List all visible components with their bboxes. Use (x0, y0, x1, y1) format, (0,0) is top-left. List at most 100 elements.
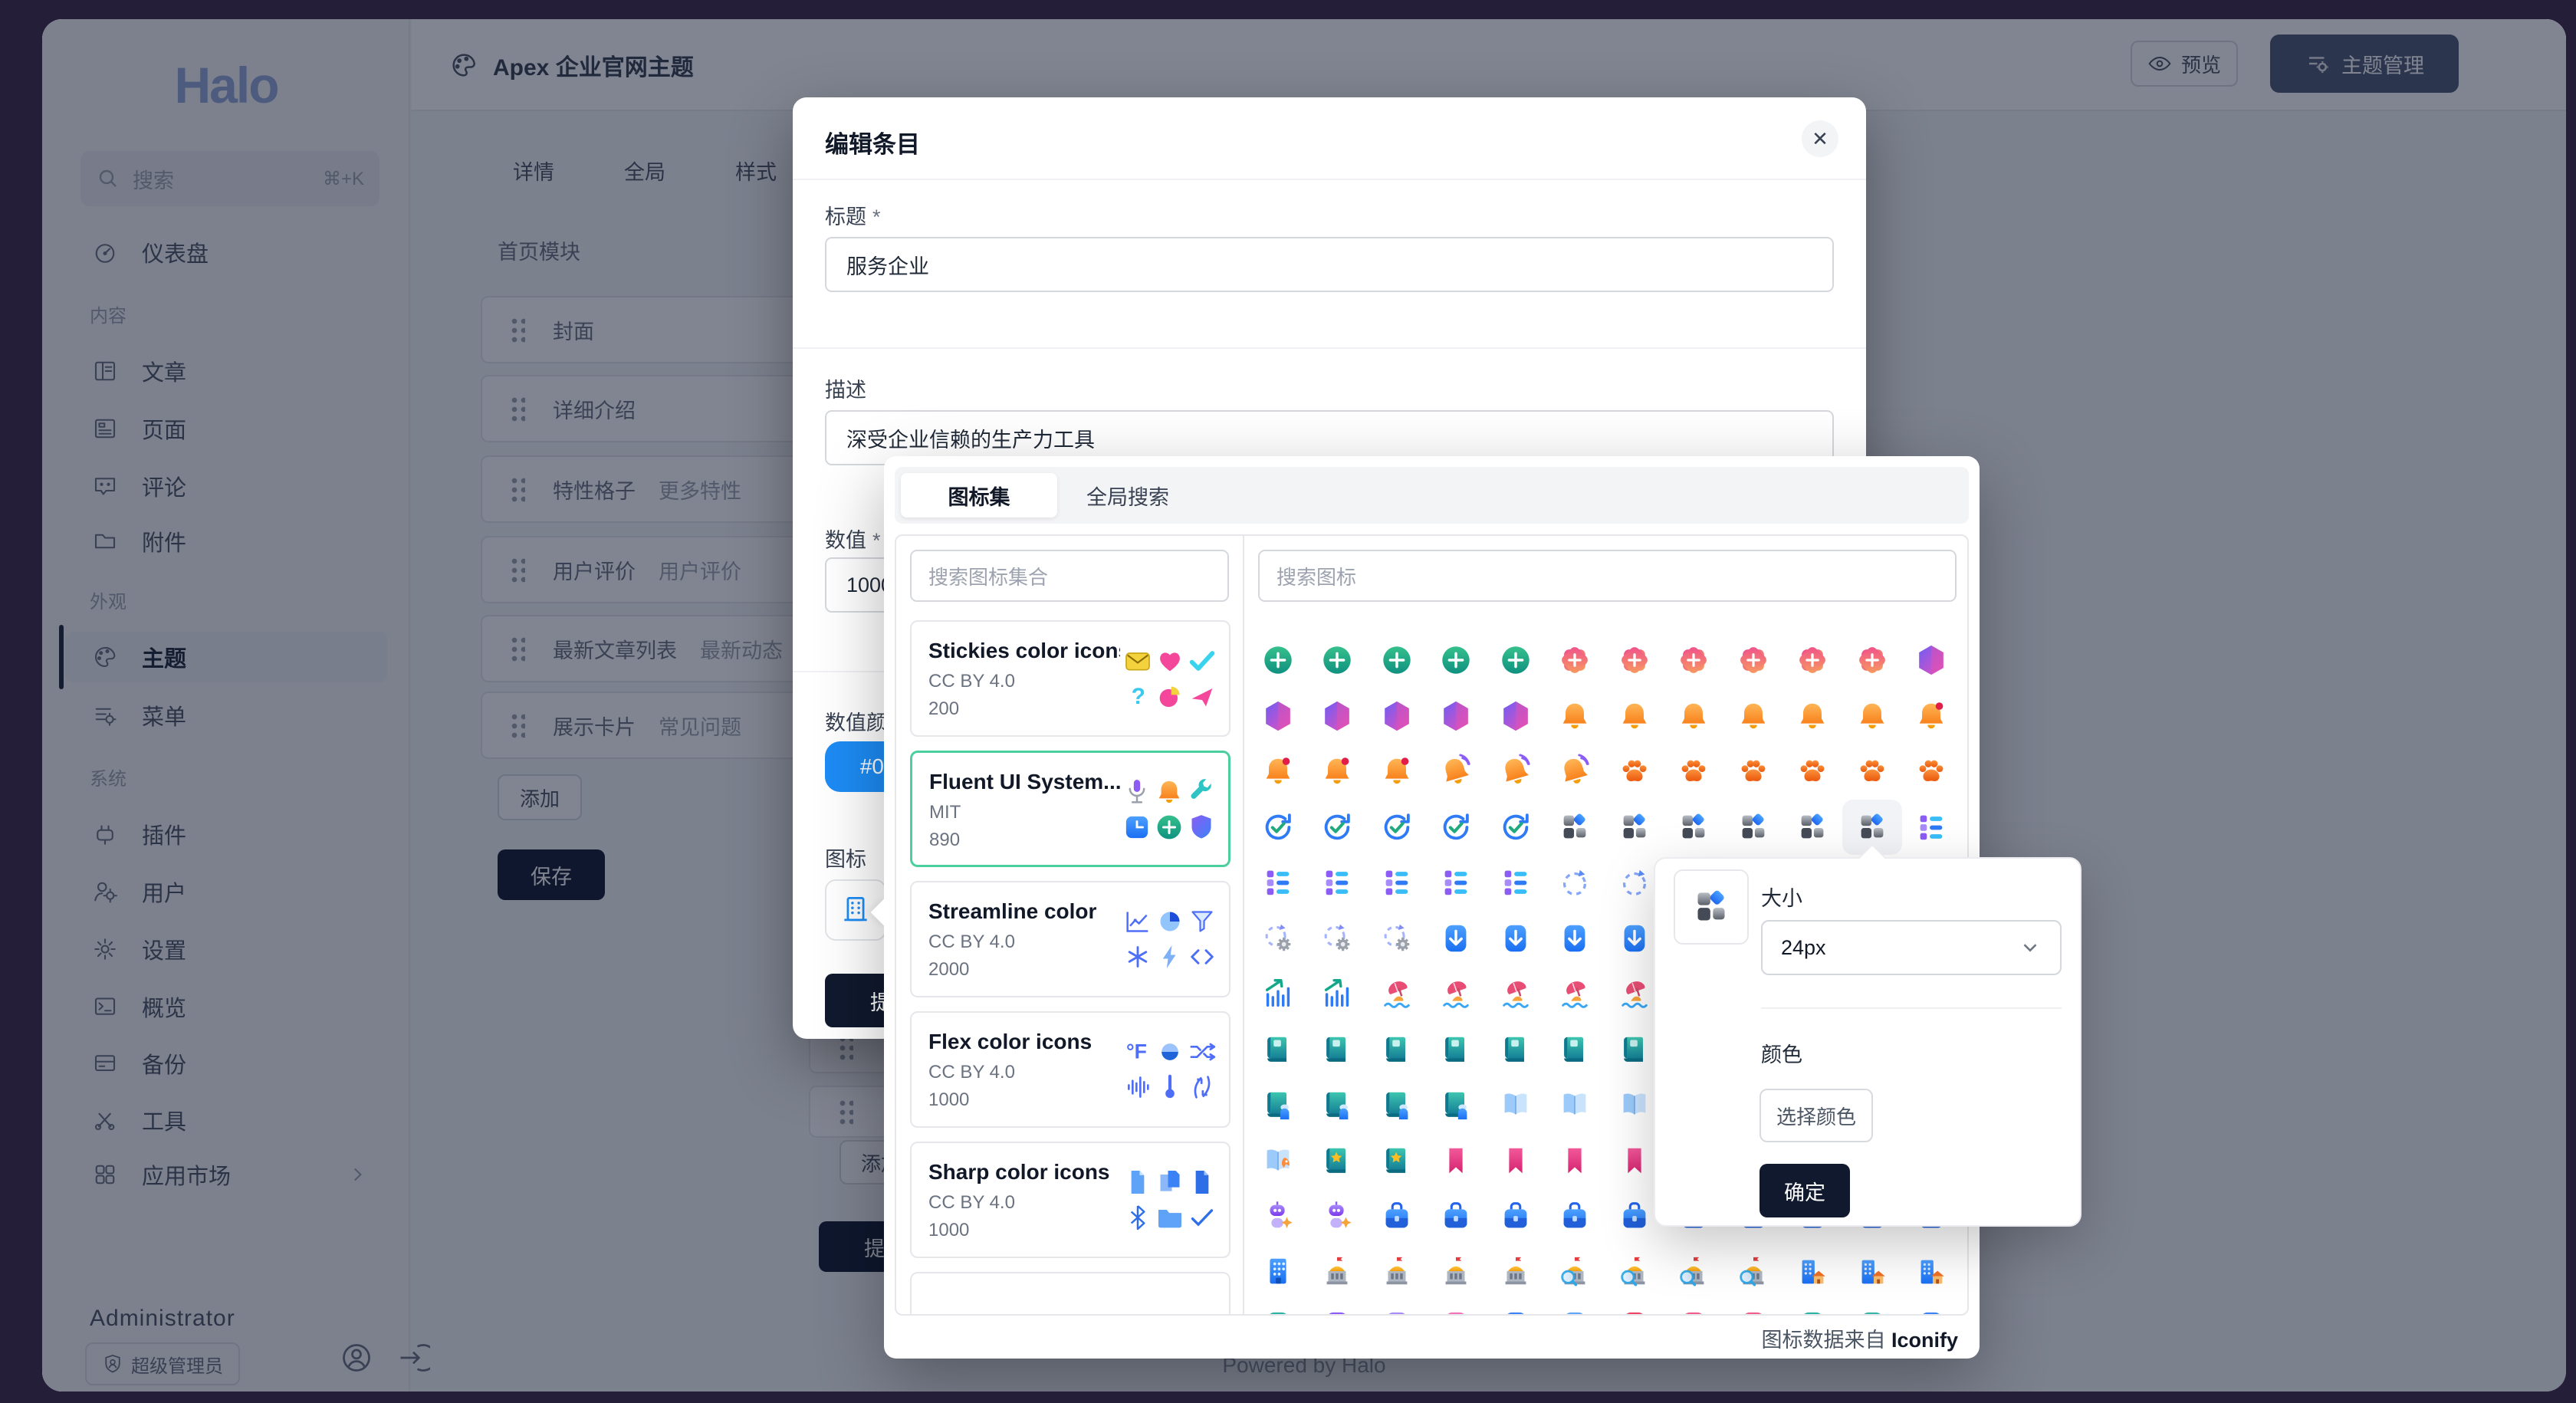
grid-icon-apps-list[interactable] (1367, 855, 1427, 911)
grid-icon-book-open[interactable] (1486, 1077, 1546, 1133)
grid-icon-add-burst[interactable] (1605, 632, 1664, 688)
grid-icon-paw[interactable] (1783, 744, 1843, 800)
grid-icon-bank-search[interactable] (1664, 1244, 1724, 1300)
grid-icon-stub[interactable] (1367, 1300, 1427, 1316)
grid-icon-add-burst[interactable] (1664, 632, 1724, 688)
grid-icon-stub[interactable] (1308, 1300, 1368, 1316)
grid-icon-apps-list[interactable] (1308, 855, 1368, 911)
grid-icon-briefcase[interactable] (1546, 1188, 1605, 1244)
grid-icon-hex-agent[interactable] (1427, 688, 1487, 744)
grid-icon-bank[interactable] (1367, 1244, 1427, 1300)
grid-icon-apps-list[interactable] (1248, 855, 1308, 911)
grid-icon-book[interactable] (1546, 1022, 1605, 1078)
icon-set-card-streamline-color[interactable]: Streamline color CC BY 4.0 2000 (910, 881, 1230, 997)
grid-icon-paw[interactable] (1723, 744, 1783, 800)
grid-icon-down-square[interactable] (1486, 911, 1546, 967)
grid-icon-apps-list[interactable] (1486, 855, 1546, 911)
grid-icon-bell-badge[interactable] (1902, 688, 1962, 744)
grid-icon-hex-agent[interactable] (1308, 688, 1368, 744)
grid-icon-down-square[interactable] (1427, 911, 1487, 967)
icon-set-card-stickies-color-icons[interactable]: Stickies color icons CC BY 4.0 200 ? (910, 620, 1230, 737)
grid-icon-add-burst[interactable] (1546, 632, 1605, 688)
grid-icon-trend[interactable] (1248, 966, 1308, 1022)
grid-icon-bell[interactable] (1723, 688, 1783, 744)
grid-icon-bell-ring[interactable] (1546, 744, 1605, 800)
grid-icon-bell-badge[interactable] (1367, 744, 1427, 800)
grid-icon-down-square[interactable] (1546, 911, 1605, 967)
grid-icon-briefcase[interactable] (1427, 1188, 1487, 1244)
grid-icon-dash-gear[interactable] (1367, 911, 1427, 967)
grid-icon-hex-agent[interactable] (1367, 688, 1427, 744)
size-select[interactable]: 24px (1761, 920, 2062, 975)
grid-icon-bank-search[interactable] (1723, 1244, 1783, 1300)
grid-icon-add-burst[interactable] (1842, 632, 1902, 688)
grid-icon-stub[interactable] (1486, 1300, 1546, 1316)
grid-icon-bank-search[interactable] (1605, 1244, 1664, 1300)
grid-icon-dash-sync[interactable] (1546, 855, 1605, 911)
icon-set-card-sharp-color-icons[interactable]: Sharp color icons CC BY 4.0 1000 (910, 1142, 1230, 1258)
grid-icon-add-circle[interactable] (1248, 632, 1308, 688)
grid-icon-bldg-home[interactable] (1902, 1244, 1962, 1300)
grid-icon-book-person[interactable] (1367, 1077, 1427, 1133)
grid-icon-stub[interactable] (1902, 1300, 1962, 1316)
grid-icon-briefcase[interactable] (1486, 1188, 1546, 1244)
grid-icon-book[interactable] (1427, 1022, 1487, 1078)
grid-icon-sync-check[interactable] (1308, 800, 1368, 856)
icon-set-card-fluent-ui-system-[interactable]: Fluent UI System... MIT 890 (910, 751, 1230, 867)
grid-icon-add-circle[interactable] (1367, 632, 1427, 688)
grid-icon-trend[interactable] (1308, 966, 1368, 1022)
grid-icon-add-circle[interactable] (1308, 632, 1368, 688)
grid-icon-book-star[interactable] (1367, 1133, 1427, 1189)
grid-icon-app-generic[interactable] (1605, 800, 1664, 856)
tab-global-search[interactable]: 全局搜索 (1086, 467, 1169, 524)
grid-icon-sync-check[interactable] (1367, 800, 1427, 856)
grid-icon-apps-list[interactable] (1902, 800, 1962, 856)
grid-icon-add-burst[interactable] (1783, 632, 1843, 688)
grid-icon-bell-badge[interactable] (1308, 744, 1368, 800)
grid-icon-umbrella[interactable] (1486, 966, 1546, 1022)
grid-icon-hex-agent[interactable] (1902, 632, 1962, 688)
grid-icon-bell[interactable] (1664, 688, 1724, 744)
grid-icon-dash-gear[interactable] (1308, 911, 1368, 967)
grid-icon-stub[interactable] (1842, 1300, 1902, 1316)
grid-icon-paw[interactable] (1664, 744, 1724, 800)
grid-icon-bell[interactable] (1842, 688, 1902, 744)
grid-icon-stub[interactable] (1723, 1300, 1783, 1316)
close-icon[interactable]: ✕ (1802, 120, 1838, 157)
grid-icon-sync-check[interactable] (1486, 800, 1546, 856)
grid-icon-stub[interactable] (1546, 1300, 1605, 1316)
grid-icon-book-star[interactable] (1308, 1133, 1368, 1189)
search-icons-input[interactable]: 搜索图标 (1258, 550, 1957, 602)
grid-icon-umbrella[interactable] (1427, 966, 1487, 1022)
grid-icon-bldg-home[interactable] (1783, 1244, 1843, 1300)
grid-icon-bell[interactable] (1783, 688, 1843, 744)
grid-icon-dash-gear[interactable] (1248, 911, 1308, 967)
grid-icon-building[interactable] (1248, 1244, 1308, 1300)
confirm-button[interactable]: 确定 (1760, 1164, 1850, 1217)
grid-icon-bell[interactable] (1605, 688, 1664, 744)
grid-icon-paw[interactable] (1902, 744, 1962, 800)
grid-icon-add-burst[interactable] (1723, 632, 1783, 688)
grid-icon-apps-list[interactable] (1427, 855, 1487, 911)
icon-set-card-partial[interactable] (910, 1272, 1230, 1316)
grid-icon-app-generic[interactable] (1783, 800, 1843, 856)
grid-icon-bookmark[interactable] (1427, 1133, 1487, 1189)
grid-icon-bell-ring[interactable] (1486, 744, 1546, 800)
grid-icon-hex-agent[interactable] (1248, 688, 1308, 744)
grid-icon-bell-badge[interactable] (1248, 744, 1308, 800)
grid-icon-book[interactable] (1367, 1022, 1427, 1078)
grid-icon-add-circle[interactable] (1427, 632, 1487, 688)
grid-icon-stub[interactable] (1248, 1300, 1308, 1316)
grid-icon-bank[interactable] (1308, 1244, 1368, 1300)
title-field-input[interactable]: 服务企业 (825, 237, 1834, 292)
grid-icon-app-generic[interactable] (1723, 800, 1783, 856)
grid-icon-paw[interactable] (1605, 744, 1664, 800)
grid-icon-stub[interactable] (1605, 1300, 1664, 1316)
grid-icon-bell[interactable] (1546, 688, 1605, 744)
grid-icon-robot[interactable] (1308, 1188, 1368, 1244)
grid-icon-book-person[interactable] (1308, 1077, 1368, 1133)
grid-icon-bookmark[interactable] (1546, 1133, 1605, 1189)
icon-set-card-flex-color-icons[interactable]: Flex color icons CC BY 4.0 1000 °F (910, 1011, 1230, 1128)
tab-icon-sets[interactable]: 图标集 (901, 473, 1057, 518)
grid-icon-book-rocket[interactable] (1248, 1133, 1308, 1189)
